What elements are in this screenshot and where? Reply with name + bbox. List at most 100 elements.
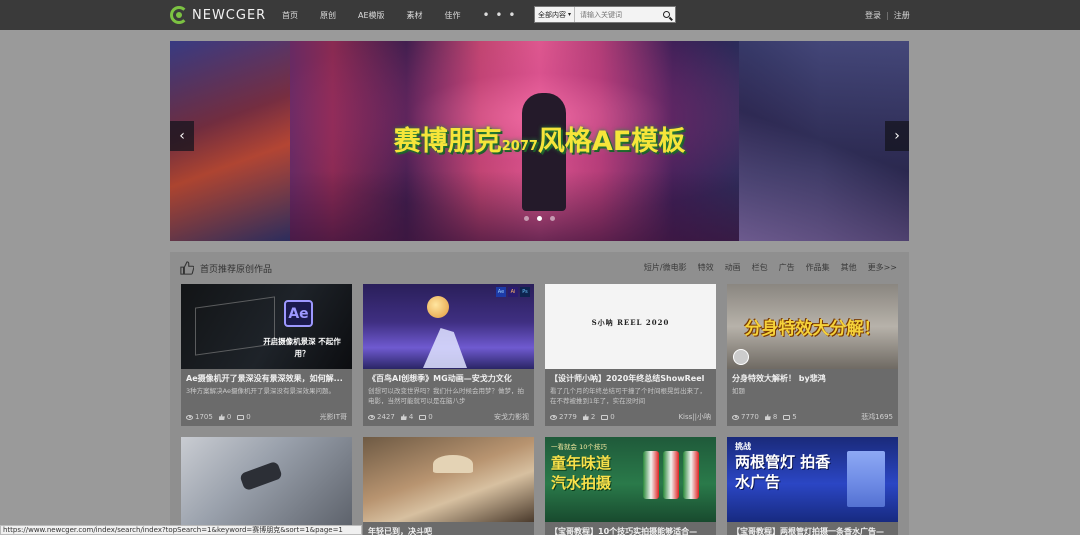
likes-count: 2	[590, 413, 596, 421]
thumb-caption: 童年味道 汽水拍摄	[551, 454, 612, 492]
auth-links: 登录 | 注册	[865, 0, 910, 30]
comments-count: 0	[610, 413, 615, 421]
work-stats: 2427 4 0 安戈力影视	[368, 412, 529, 422]
comments-count: 0	[428, 413, 433, 421]
category-short-film[interactable]: 短片/微电影	[644, 262, 687, 273]
thumb-caption: 开启摄像机景深 不起作用？	[263, 337, 341, 358]
author-name[interactable]: 光影IT哥	[320, 412, 347, 422]
work-thumbnail[interactable]: Ae Ai Ps	[363, 284, 534, 369]
section-header: 首页推荐原创作品 短片/微电影 特效 动画 栏包 广告 作品集 其他 更多>>	[170, 252, 909, 284]
nav-item-materials[interactable]: 素材	[407, 10, 423, 21]
logo-icon	[170, 6, 188, 24]
banner-prev-button[interactable]: ‹	[170, 121, 194, 151]
comments-stat: 0	[601, 413, 615, 421]
hero-banner[interactable]: 赛博朋克2077风格AE模板 ‹ ›	[170, 41, 909, 241]
work-stats: 1705 0 0 光影IT哥	[186, 412, 347, 422]
comment-icon	[237, 414, 245, 420]
search-button[interactable]	[659, 8, 673, 21]
work-card[interactable]: Ae Ai Ps 《百鸟AI创想季》MG动画—安戈力文化 创想可以改变世界吗？我…	[363, 284, 534, 426]
register-link[interactable]: 注册	[894, 10, 910, 21]
banner-title-pre: 赛博朋克	[393, 126, 502, 157]
work-title[interactable]: 分身特效大解析！ by悲鸿	[727, 369, 898, 384]
work-stats: 2779 2 0 Kiss||小呐	[550, 412, 711, 422]
work-title[interactable]: 【宝哥教程】两根管灯拍摄一条香水广告—	[727, 522, 898, 535]
eye-icon	[368, 414, 375, 420]
work-thumbnail[interactable]: Ae 开启摄像机景深 不起作用？	[181, 284, 352, 369]
work-title[interactable]: 年轻已到，决斗吧	[363, 522, 534, 535]
work-thumbnail[interactable]: S小呐 REEL 2020	[545, 284, 716, 369]
likes-stat: 0	[218, 413, 231, 421]
work-title[interactable]: 【宝哥教程】10个技巧实拍摄能够适合—	[545, 522, 716, 535]
work-card[interactable]: 一看就会 10个技巧 童年味道 汽水拍摄 【宝哥教程】10个技巧实拍摄能够适合—	[545, 437, 716, 535]
banner-dot-1[interactable]	[524, 216, 529, 221]
category-other[interactable]: 其他	[841, 262, 857, 273]
avatar[interactable]	[733, 349, 749, 365]
eye-icon	[732, 414, 739, 420]
work-title[interactable]: Ae摄像机开了景深没有景深效果，如何解...	[181, 369, 352, 384]
work-thumbnail[interactable]	[181, 437, 352, 534]
likes-stat: 4	[400, 413, 414, 421]
perfume-bottle-graphic	[847, 451, 885, 507]
comments-stat: 0	[419, 413, 433, 421]
search-scope-select[interactable]: 全部内容 ▾	[535, 7, 576, 22]
figure-graphic	[239, 460, 283, 492]
main-nav: 首页 原创 AE模版 素材 佳作 • • •	[282, 0, 516, 30]
work-thumbnail[interactable]: 一看就会 10个技巧 童年味道 汽水拍摄	[545, 437, 716, 522]
browser-status-url: https://www.newcger.com/index/search/ind…	[0, 525, 362, 535]
nav-item-ae-templates[interactable]: AE模版	[358, 10, 385, 21]
category-more-link[interactable]: 更多>>	[868, 262, 897, 273]
work-thumbnail[interactable]: 挑战 两根管灯 拍香水广告	[727, 437, 898, 522]
eye-icon	[550, 414, 557, 420]
work-card[interactable]: 挑战 两根管灯 拍香水广告 【宝哥教程】两根管灯拍摄一条香水广告—	[727, 437, 898, 535]
thumbs-up-icon	[218, 414, 225, 420]
work-thumbnail[interactable]	[363, 437, 534, 522]
work-card[interactable]: Ae 开启摄像机景深 不起作用？ Ae摄像机开了景深没有景深效果，如何解... …	[181, 284, 352, 426]
comments-count: 5	[792, 413, 797, 421]
category-portfolio[interactable]: 作品集	[806, 262, 830, 273]
ae-logo-icon: Ae	[284, 300, 313, 327]
likes-count: 4	[408, 413, 414, 421]
banner-dot-2[interactable]	[537, 216, 542, 221]
comments-stat: 5	[783, 413, 797, 421]
auth-separator: |	[886, 10, 889, 20]
views-count: 2427	[377, 413, 395, 421]
views-stat: 7770	[732, 413, 759, 421]
search-input[interactable]	[575, 10, 654, 19]
comments-stat: 0	[237, 413, 251, 421]
nav-item-home[interactable]: 首页	[282, 10, 298, 21]
likes-stat: 2	[582, 413, 596, 421]
work-description: 创想可以改变世界吗？我们什么时候会用梦？做梦，拍电影，当然可能就可以是在脑八步	[368, 387, 524, 405]
author-name[interactable]: 安戈力影视	[494, 412, 529, 422]
banner-next-button[interactable]: ›	[885, 121, 909, 151]
category-package[interactable]: 栏包	[752, 262, 768, 273]
login-link[interactable]: 登录	[865, 10, 881, 21]
author-name[interactable]: 悲鸿1695	[861, 412, 893, 422]
nav-item-original[interactable]: 原创	[320, 10, 336, 21]
thumbs-up-icon	[764, 414, 771, 420]
nav-more-icon[interactable]: • • •	[483, 8, 517, 22]
views-count: 7770	[741, 413, 759, 421]
work-card[interactable]	[181, 437, 352, 535]
category-ads[interactable]: 广告	[779, 262, 795, 273]
section-title: 首页推荐原创作品	[200, 265, 273, 275]
search-box: 全部内容 ▾	[534, 6, 676, 23]
thumb-top-text: 一看就会 10个技巧	[551, 443, 607, 451]
site-logo[interactable]: NEWCGER	[170, 5, 266, 25]
work-description: 如题	[732, 387, 745, 395]
work-card[interactable]: 年轻已到，决斗吧	[363, 437, 534, 535]
views-stat: 1705	[186, 413, 213, 421]
author-name[interactable]: Kiss||小呐	[678, 412, 711, 422]
category-animation[interactable]: 动画	[725, 262, 741, 273]
work-card[interactable]: 分身特效大分解！ 分身特效大解析！ by悲鸿 如题 7770 8 5 悲鸿169…	[727, 284, 898, 426]
work-title[interactable]: 【设计师小呐】2020年终总结ShowReel	[545, 369, 716, 384]
work-card[interactable]: S小呐 REEL 2020 【设计师小呐】2020年终总结ShowReel 看了…	[545, 284, 716, 426]
views-count: 2779	[559, 413, 577, 421]
thumbs-up-icon	[180, 261, 194, 275]
work-thumbnail[interactable]: 分身特效大分解！	[727, 284, 898, 369]
category-vfx[interactable]: 特效	[698, 262, 714, 273]
comment-icon	[601, 414, 609, 420]
work-title[interactable]: 《百鸟AI创想季》MG动画—安戈力文化	[363, 369, 534, 384]
thumbs-up-icon	[400, 414, 407, 420]
banner-dot-3[interactable]	[550, 216, 555, 221]
nav-item-showcase[interactable]: 佳作	[445, 10, 461, 21]
